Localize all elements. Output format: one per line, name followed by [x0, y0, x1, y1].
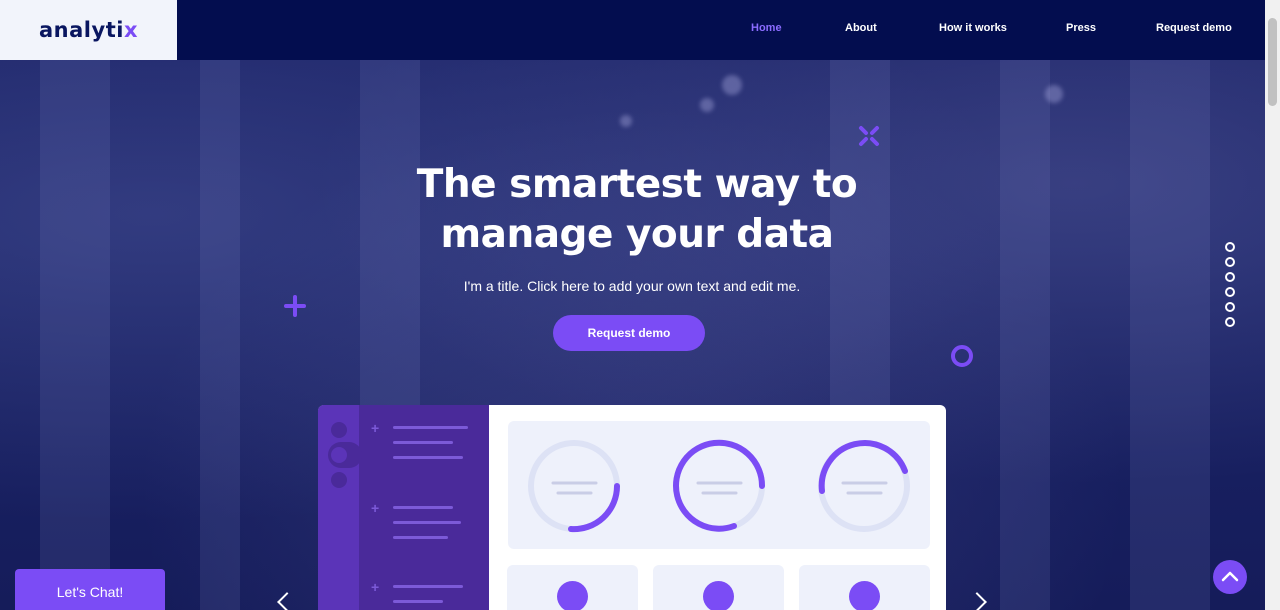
hero-title-line-1: The smartest way to — [416, 162, 858, 207]
dashboard-card-3 — [799, 565, 930, 610]
nav-home[interactable]: Home — [751, 22, 782, 34]
slide-dot-3[interactable] — [1225, 272, 1235, 282]
nav-how-it-works[interactable]: How it works — [939, 22, 1007, 34]
chevron-up-icon — [1221, 571, 1239, 582]
site-header: analytix Home About How it works Press R… — [0, 0, 1265, 60]
logo[interactable]: analytix — [39, 18, 138, 42]
dashboard-card-1 — [507, 565, 638, 610]
page-scrollbar[interactable] — [1265, 0, 1280, 610]
ring-decoration-icon — [951, 345, 973, 367]
nav-request-demo[interactable]: Request demo — [1156, 22, 1232, 34]
nav-about[interactable]: About — [845, 22, 877, 34]
hero-subtitle: I'm a title. Click here to add your own … — [463, 278, 801, 294]
plus-decoration-icon — [283, 294, 307, 318]
dashboard-card-2 — [653, 565, 784, 610]
slide-dot-1[interactable] — [1225, 242, 1235, 252]
x-decoration-icon — [859, 126, 879, 146]
scrollbar-thumb[interactable] — [1268, 18, 1277, 106]
back-to-top-button[interactable] — [1213, 560, 1247, 594]
slide-dot-5[interactable] — [1225, 302, 1235, 312]
logo-container[interactable]: analytix — [0, 0, 177, 60]
slide-dot-4[interactable] — [1225, 287, 1235, 297]
gauge-charts-icon — [528, 439, 910, 533]
slide-dots — [1225, 242, 1235, 327]
page: analytix Home About How it works Press R… — [0, 0, 1265, 610]
hero-title: The smartest way to manage your data — [382, 160, 892, 260]
dashboard-illustration: + + + — [318, 405, 946, 610]
slide-dot-2[interactable] — [1225, 257, 1235, 267]
hero-title-line-2: manage your data — [440, 212, 834, 257]
dashboard-gauge-panel — [508, 421, 930, 549]
slide-dot-6[interactable] — [1225, 317, 1235, 327]
request-demo-button[interactable]: Request demo — [553, 315, 705, 351]
lets-chat-button[interactable]: Let's Chat! — [15, 569, 165, 610]
dashboard-sidebar: + + + — [318, 405, 489, 610]
nav-press[interactable]: Press — [1066, 22, 1096, 34]
